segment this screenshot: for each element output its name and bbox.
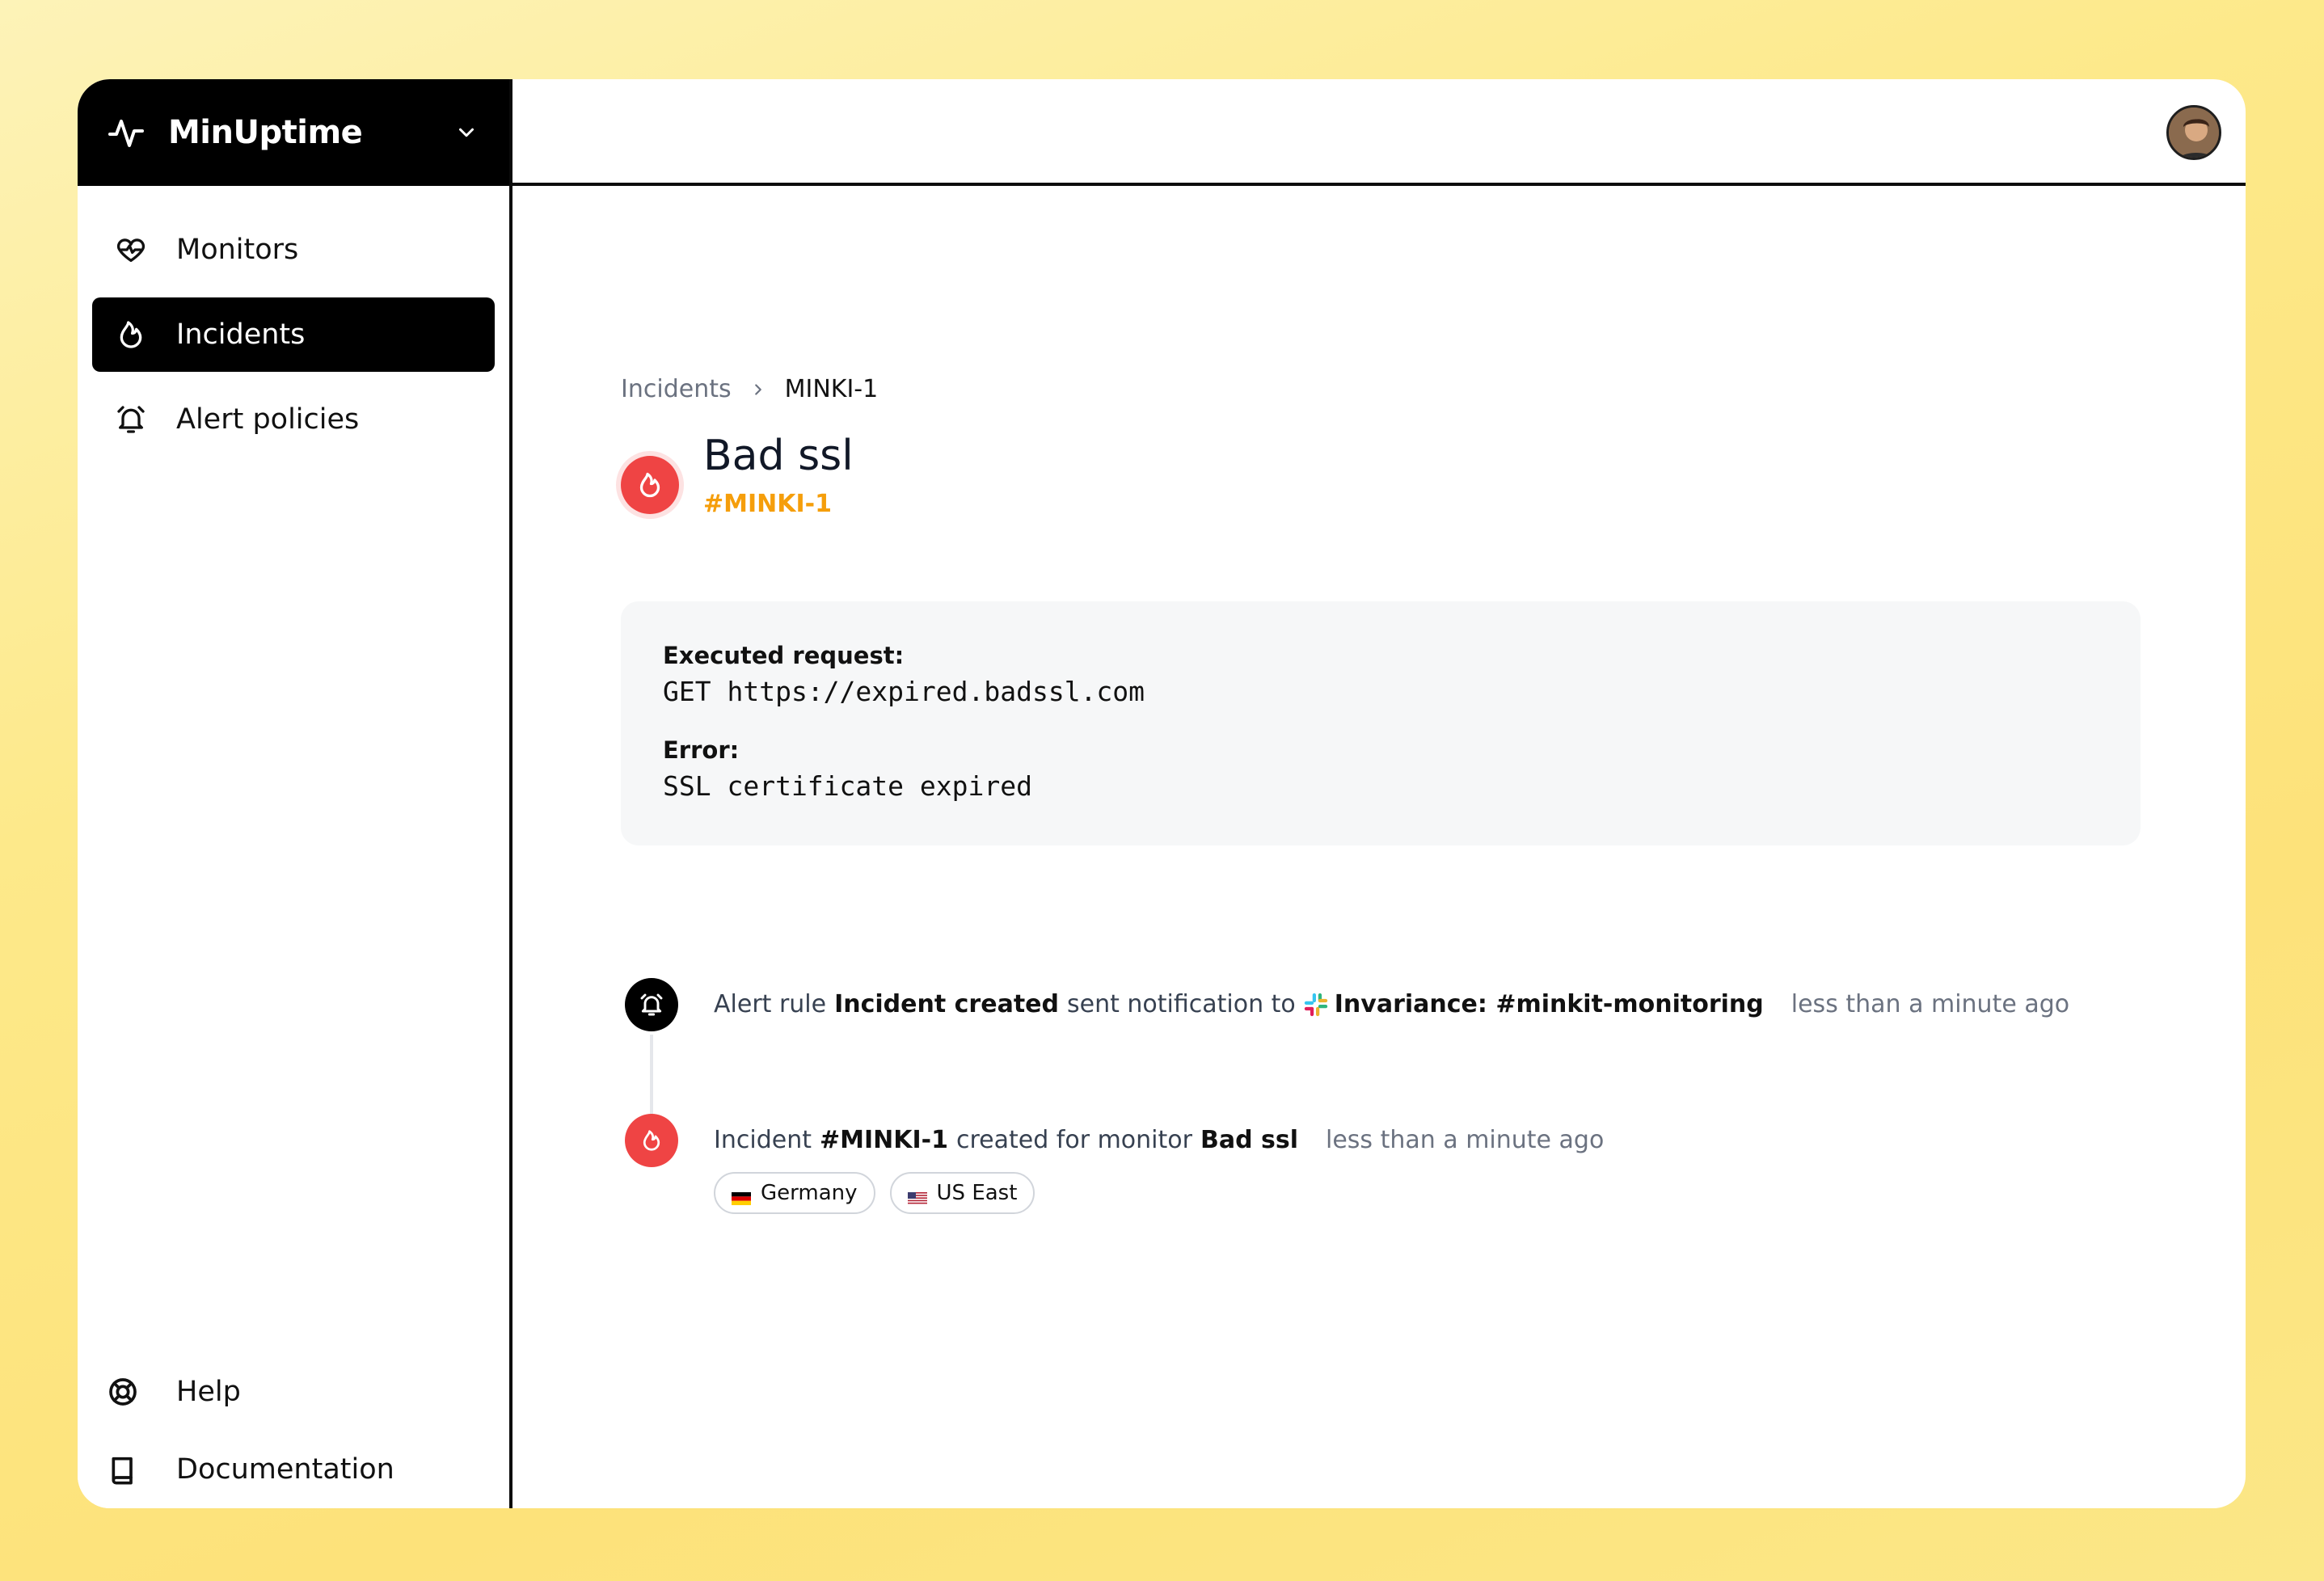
alarm-bell-icon xyxy=(113,402,149,437)
sidebar-item-documentation[interactable]: Documentation xyxy=(92,1431,495,1508)
error-value: SSL certificate expired xyxy=(663,770,1032,802)
monitor-link[interactable]: Bad ssl xyxy=(1200,1114,1298,1167)
chevron-down-icon xyxy=(454,120,480,145)
us-flag-icon xyxy=(907,1187,927,1205)
error-label: Error: xyxy=(663,736,740,764)
timeline-text: Alert rule xyxy=(714,990,827,1018)
alarm-bell-icon xyxy=(625,978,678,1031)
timeline-text: sent notification to xyxy=(1066,990,1296,1018)
timestamp: less than a minute ago xyxy=(1790,990,2070,1018)
app-window: MinUptime Monitors Incidents Alert polic… xyxy=(78,79,2246,1508)
region-label: US East xyxy=(936,1181,1018,1205)
notification-channel[interactable]: Invariance: #minkit-monitoring xyxy=(1335,978,1764,1031)
workspace-switcher[interactable]: MinUptime xyxy=(78,79,509,186)
heart-pulse-icon xyxy=(113,232,149,268)
incident-timeline: Alert rule Incident created sent notific… xyxy=(625,978,2069,1214)
region-tag-us-east: US East xyxy=(889,1172,1035,1214)
incident-code-link[interactable]: #MINKI-1 xyxy=(820,1114,948,1167)
chevron-right-icon xyxy=(749,381,767,398)
sidebar-item-label: Alert policies xyxy=(176,403,360,436)
sidebar-nav: Monitors Incidents Alert policies xyxy=(78,186,509,457)
sidebar-item-alert-policies[interactable]: Alert policies xyxy=(92,382,495,457)
activity-icon xyxy=(107,112,149,154)
breadcrumb-incidents-link[interactable]: Incidents xyxy=(621,375,732,403)
region-label: Germany xyxy=(761,1181,858,1205)
incident-code: #MINKI-1 xyxy=(703,490,832,518)
slack-icon xyxy=(1302,991,1330,1018)
flame-icon xyxy=(113,317,149,352)
app-name: MinUptime xyxy=(168,114,363,151)
sidebar-item-label: Help xyxy=(176,1376,241,1408)
book-icon xyxy=(105,1452,141,1487)
life-buoy-icon xyxy=(105,1374,141,1410)
sidebar-item-monitors[interactable]: Monitors xyxy=(92,213,495,287)
executed-request-label: Executed request: xyxy=(663,642,905,669)
timeline-connector xyxy=(650,1035,653,1115)
flame-icon xyxy=(621,456,679,514)
executed-request-value: GET https://expired.badssl.com xyxy=(663,676,1145,707)
region-tags: Germany US East xyxy=(714,1172,2069,1214)
sidebar-item-label: Monitors xyxy=(176,234,299,266)
region-tag-germany: Germany xyxy=(714,1172,875,1214)
timestamp: less than a minute ago xyxy=(1325,1126,1605,1154)
sidebar-footer: Help Documentation xyxy=(78,1353,509,1508)
sidebar: MinUptime Monitors Incidents Alert polic… xyxy=(78,79,512,1508)
sidebar-item-label: Documentation xyxy=(176,1453,394,1486)
incident-details-box: Executed request: GET https://expired.ba… xyxy=(621,601,2141,845)
flame-icon xyxy=(625,1114,678,1167)
sidebar-item-label: Incidents xyxy=(176,318,306,351)
timeline-text: created for monitor xyxy=(955,1126,1192,1154)
user-avatar[interactable] xyxy=(2166,105,2221,160)
page-title: Bad ssl xyxy=(703,432,854,480)
top-bar xyxy=(512,79,2246,186)
alert-rule-name[interactable]: Incident created xyxy=(834,978,1059,1031)
incident-header: Bad ssl #MINKI-1 xyxy=(621,432,854,518)
timeline-item-created: Incident #MINKI-1 created for monitor Ba… xyxy=(625,1114,2069,1167)
breadcrumb-current: MINKI-1 xyxy=(784,375,879,403)
germany-flag-icon xyxy=(732,1187,751,1205)
breadcrumb: Incidents MINKI-1 xyxy=(621,375,878,403)
timeline-item-notification: Alert rule Incident created sent notific… xyxy=(625,978,2069,1031)
sidebar-item-help[interactable]: Help xyxy=(92,1353,495,1431)
timeline-text: Incident xyxy=(714,1126,812,1154)
sidebar-item-incidents[interactable]: Incidents xyxy=(92,297,495,372)
main-content: Incidents MINKI-1 Bad ssl #MINKI-1 Execu… xyxy=(516,189,2246,1508)
